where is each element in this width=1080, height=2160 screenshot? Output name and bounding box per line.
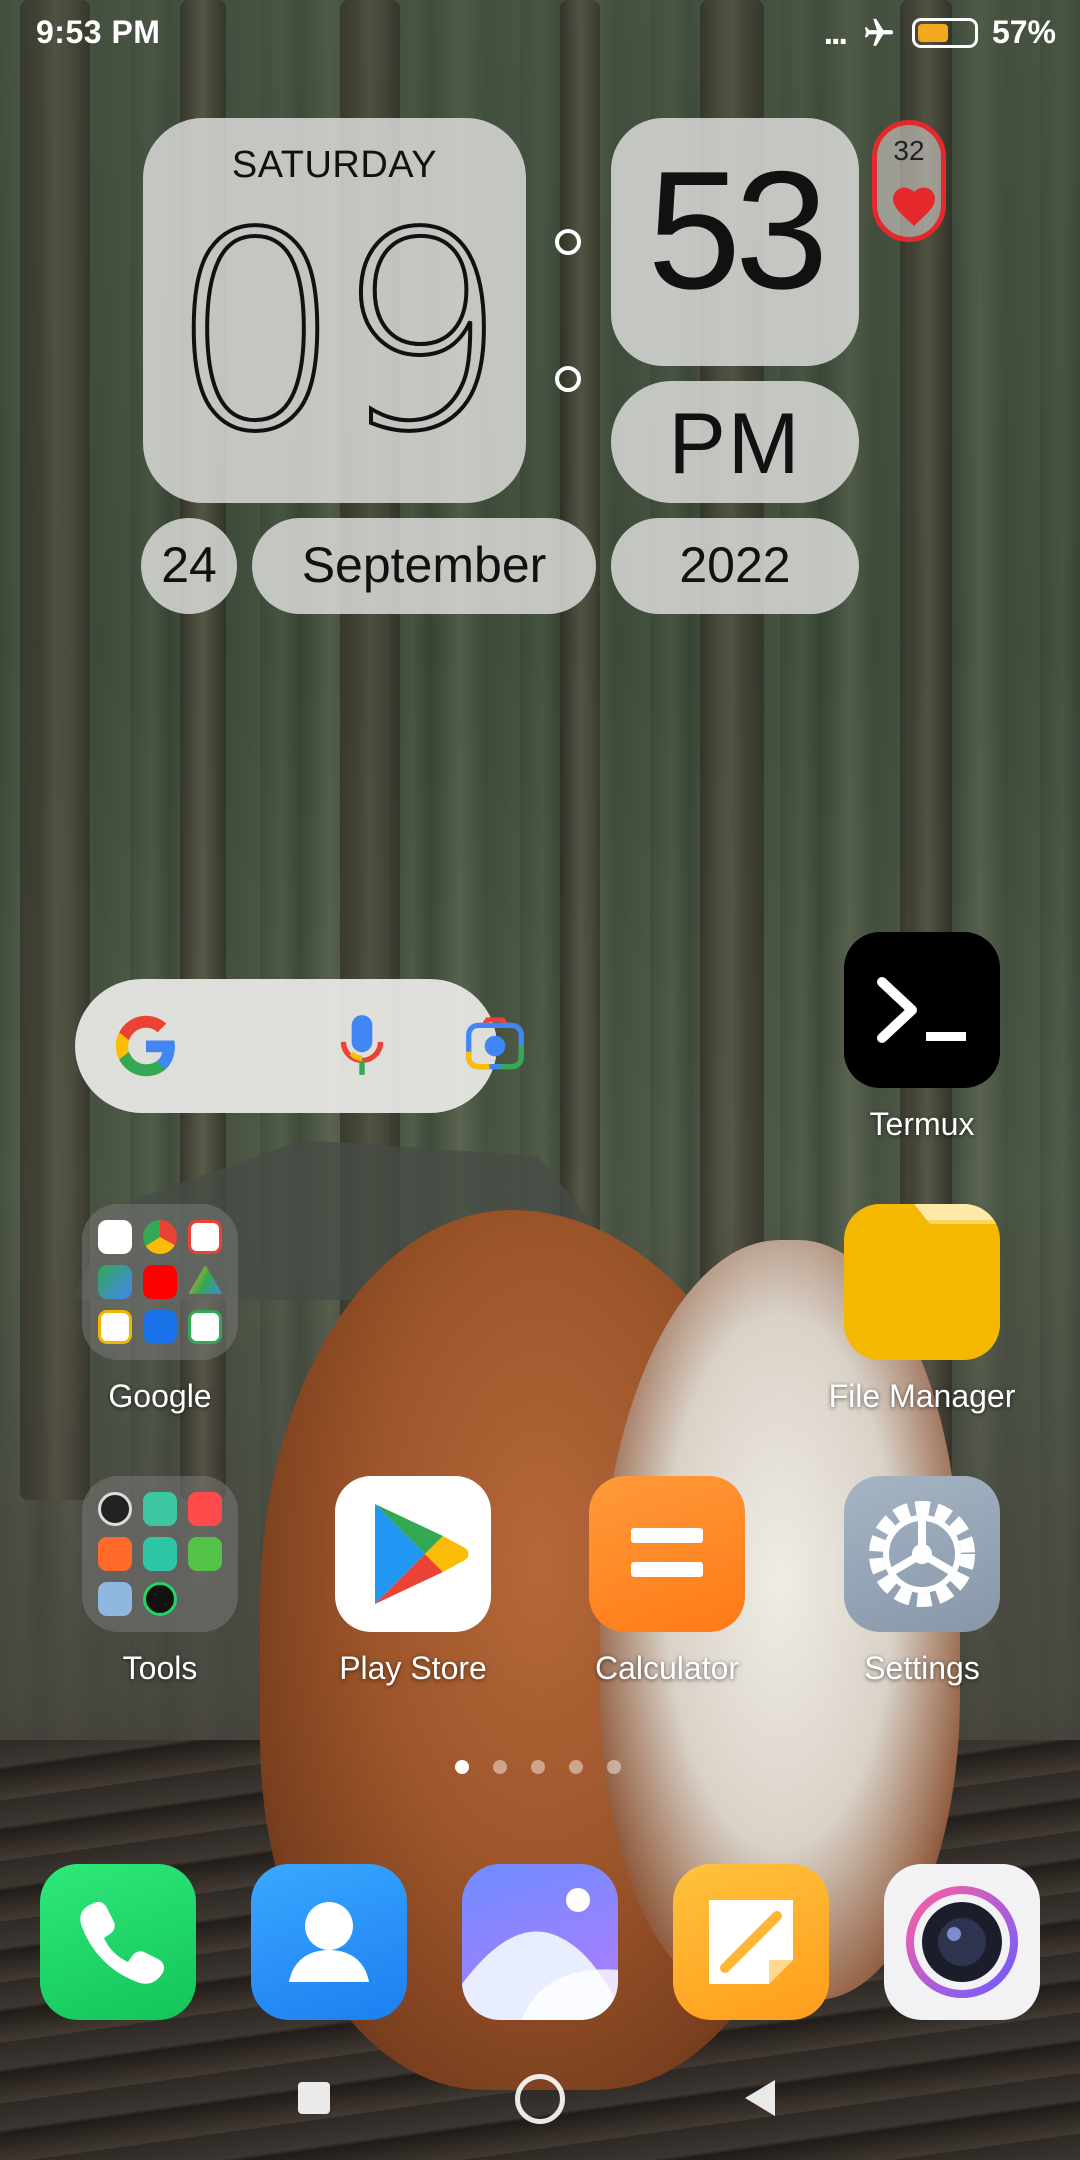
google-folder-label: Google bbox=[108, 1378, 212, 1414]
microphone-icon[interactable] bbox=[337, 1013, 387, 1084]
settings-label: Settings bbox=[864, 1650, 980, 1686]
drive-mini-icon bbox=[188, 1264, 223, 1294]
google-mini-icon bbox=[97, 1219, 132, 1254]
page-dot[interactable] bbox=[531, 1760, 545, 1774]
calculator-icon[interactable] bbox=[589, 1476, 745, 1632]
photos-mini-icon bbox=[97, 1310, 132, 1345]
recorder-mini-icon bbox=[188, 1491, 223, 1526]
meet-mini-icon bbox=[142, 1310, 177, 1345]
clock-colon-dot bbox=[555, 366, 581, 392]
downloads-mini-icon bbox=[188, 1536, 223, 1571]
page-dot[interactable] bbox=[493, 1760, 507, 1774]
termux-label: Termux bbox=[869, 1106, 975, 1142]
page-dot[interactable] bbox=[607, 1760, 621, 1774]
chrome-mini-icon bbox=[142, 1219, 177, 1254]
navigation-bar bbox=[0, 2060, 1080, 2160]
date-month: September bbox=[301, 537, 547, 593]
google-folder[interactable]: Google bbox=[60, 1204, 260, 1415]
file-manager-app[interactable]: File Manager bbox=[822, 1204, 1022, 1415]
gmail-mini-icon bbox=[188, 1219, 223, 1254]
maps-mini-icon bbox=[97, 1264, 132, 1299]
date-month-pill[interactable]: September bbox=[252, 518, 596, 614]
folder-icon[interactable] bbox=[82, 1476, 238, 1632]
tools-folder[interactable]: Tools bbox=[60, 1476, 260, 1687]
youtube-mini-icon bbox=[142, 1264, 177, 1299]
battery-icon bbox=[911, 17, 978, 48]
recents-icon[interactable] bbox=[298, 2082, 330, 2114]
status-time: 9:53 PM bbox=[36, 14, 161, 50]
clock-hour-tile[interactable]: SATURDAY 09 bbox=[143, 118, 526, 503]
contacts-icon[interactable] bbox=[251, 1864, 407, 2020]
screen-recorder-mini-icon bbox=[97, 1536, 132, 1571]
more-notifications-icon: ... bbox=[823, 13, 848, 52]
settings-app[interactable]: Settings bbox=[822, 1476, 1022, 1687]
play-store-app[interactable]: Play Store bbox=[313, 1476, 513, 1687]
heart-icon bbox=[890, 183, 938, 232]
heart-counter-badge[interactable]: 32 bbox=[872, 120, 946, 242]
page-indicator[interactable] bbox=[455, 1760, 621, 1774]
phone-icon[interactable] bbox=[40, 1864, 196, 2020]
date-year-pill[interactable]: 2022 bbox=[611, 518, 859, 614]
google-lens-icon[interactable] bbox=[465, 1017, 525, 1080]
scanner-mini-icon bbox=[142, 1536, 177, 1571]
page-dot[interactable] bbox=[455, 1760, 469, 1774]
camera-icon[interactable] bbox=[884, 1864, 1040, 2020]
clock-minute: 53 bbox=[647, 136, 829, 324]
calculator-label: Calculator bbox=[594, 1650, 740, 1686]
calculator-app[interactable]: Calculator bbox=[567, 1476, 767, 1687]
clock-colon-dot bbox=[555, 229, 581, 255]
home-icon[interactable] bbox=[515, 2074, 565, 2124]
status-bar: 9:53 PM ... 57% bbox=[0, 0, 1080, 68]
folder-icon[interactable] bbox=[82, 1204, 238, 1360]
airplane-icon bbox=[860, 16, 898, 50]
gear-icon[interactable] bbox=[844, 1476, 1000, 1632]
tools-folder-label: Tools bbox=[122, 1650, 198, 1686]
file-manager-label: File Manager bbox=[828, 1378, 1016, 1414]
google-g-icon[interactable] bbox=[113, 1013, 179, 1084]
heart-count: 32 bbox=[893, 135, 925, 166]
folder-icon[interactable] bbox=[844, 1204, 1000, 1360]
feedback-mini-icon bbox=[97, 1582, 132, 1617]
notes-icon[interactable] bbox=[673, 1864, 829, 2020]
termux-app[interactable]: Termux bbox=[822, 932, 1022, 1143]
page-dot[interactable] bbox=[569, 1760, 583, 1774]
date-day-pill[interactable]: 24 bbox=[141, 518, 237, 614]
spotify-mini-icon bbox=[142, 1582, 177, 1617]
play-store-label: Play Store bbox=[339, 1650, 487, 1686]
play-store-icon[interactable] bbox=[335, 1476, 491, 1632]
back-icon[interactable] bbox=[745, 2080, 775, 2116]
gallery-icon[interactable] bbox=[462, 1864, 618, 2020]
compass-mini-icon bbox=[97, 1491, 132, 1526]
date-year: 2022 bbox=[679, 537, 791, 593]
clock-hour: 09 bbox=[167, 174, 509, 494]
battery-percent: 57% bbox=[991, 14, 1056, 50]
clock-ampm-tile[interactable]: PM bbox=[611, 381, 859, 503]
date-day: 24 bbox=[161, 537, 217, 593]
terminal-icon[interactable] bbox=[844, 932, 1000, 1088]
radio-mini-icon bbox=[142, 1491, 177, 1526]
clock-minute-tile[interactable]: 53 bbox=[611, 118, 859, 366]
clock-ampm: PM bbox=[668, 396, 802, 492]
play-mini-icon bbox=[188, 1310, 223, 1345]
google-search-widget[interactable] bbox=[75, 979, 524, 1113]
